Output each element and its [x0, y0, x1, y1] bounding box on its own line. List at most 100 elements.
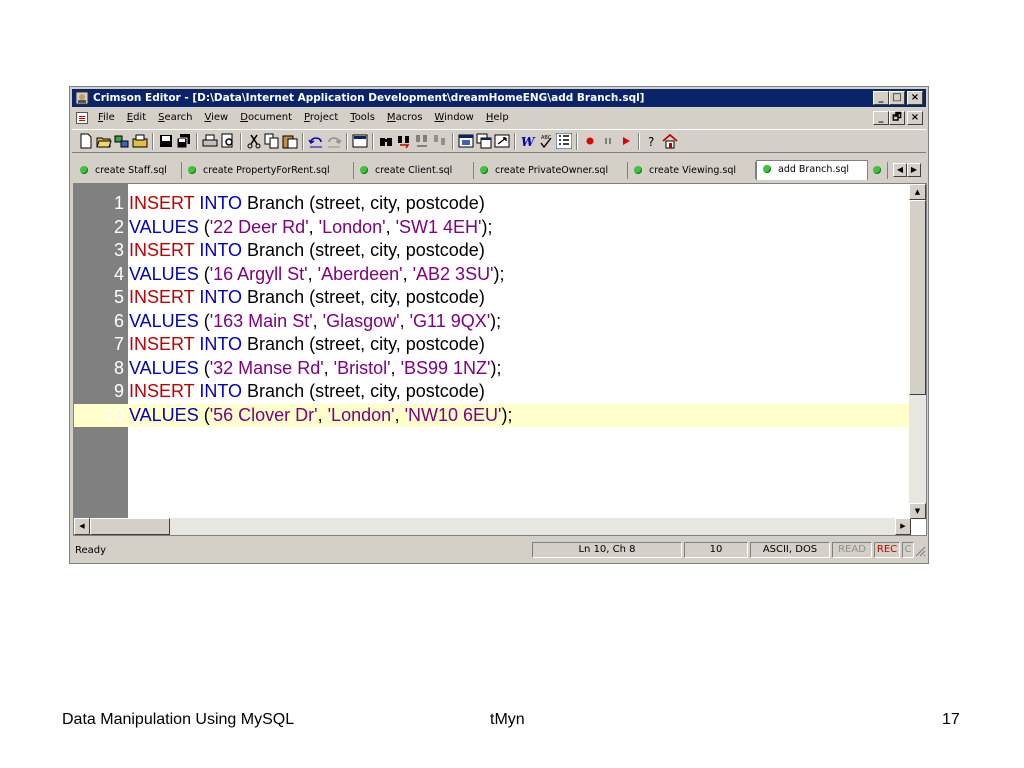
print-icon[interactable] — [202, 133, 218, 149]
menu-window[interactable]: Window — [428, 109, 479, 127]
file-status-icon — [763, 165, 771, 173]
document-icon[interactable] — [76, 112, 88, 124]
menu-help[interactable]: Help — [480, 109, 515, 127]
paste-icon[interactable] — [282, 133, 298, 149]
keyword: VALUES — [129, 216, 199, 237]
line-number: 2 — [113, 216, 124, 237]
tab-create-privateowner[interactable]: create PrivateOwner.sql — [474, 162, 628, 179]
menu-macros[interactable]: Macros — [381, 109, 429, 127]
code-line[interactable]: 4 VALUES ('16 Argyll St', 'Aberdeen', 'AB… — [74, 263, 910, 287]
tab-scroll-right-button[interactable]: ▶ — [907, 163, 921, 177]
title-bar[interactable]: Crimson Editor - [D:\Data\Internet Appli… — [72, 89, 926, 107]
line-numbers-icon[interactable] — [556, 133, 572, 149]
scroll-down-button[interactable]: ▼ — [909, 503, 926, 519]
tab-add-branch[interactable]: add Branch.sql — [756, 160, 868, 180]
save-all-icon[interactable] — [176, 133, 192, 149]
menu-file[interactable]: File — [92, 109, 121, 127]
string-literal: '56 Clover Dr' — [209, 404, 318, 425]
tab-create-propertyforrent[interactable]: create PropertyForRent.sql — [182, 162, 354, 179]
play-macro-icon[interactable] — [618, 133, 634, 149]
vertical-scrollbar[interactable]: ▲ ▼ — [909, 184, 926, 519]
menu-project[interactable]: Project — [298, 109, 344, 127]
open-remote-icon[interactable] — [114, 133, 130, 149]
window-cascade-icon[interactable] — [476, 133, 492, 149]
code-token: Branch (street, city, postcode) — [242, 287, 485, 307]
help-icon[interactable]: ? — [644, 133, 660, 149]
string-literal: 'Bristol' — [333, 357, 391, 378]
home-icon[interactable] — [662, 133, 678, 149]
line-number: 8 — [113, 357, 124, 378]
minimize-button[interactable]: _ — [873, 91, 889, 105]
word-wrap-icon[interactable]: W — [520, 133, 536, 149]
fullscreen-icon[interactable] — [494, 133, 510, 149]
open-file-icon[interactable] — [96, 133, 112, 149]
keyword: INSERT — [129, 381, 195, 401]
replace-icon[interactable] — [414, 133, 430, 149]
string-literal: '163 Main St' — [209, 310, 313, 331]
close-button[interactable]: × — [907, 91, 923, 105]
footer-author: tMyn — [490, 711, 525, 728]
window-icon[interactable] — [458, 133, 474, 149]
code-token: ); — [481, 216, 493, 237]
code-line[interactable]: 2 VALUES ('22 Deer Rd', 'London', 'SW1 4E… — [74, 216, 910, 240]
string-literal: 'SW1 4EH' — [395, 216, 482, 237]
file-status-icon — [360, 166, 368, 174]
scroll-right-button[interactable]: ▶ — [895, 518, 911, 535]
code-line[interactable]: 9 INSERT INTO Branch (street, city, postc… — [74, 380, 910, 404]
pause-macro-icon[interactable] — [600, 133, 616, 149]
scroll-up-button[interactable]: ▲ — [909, 184, 926, 200]
code-line[interactable]: 1 INSERT INTO Branch (street, city, postc… — [74, 192, 910, 216]
record-macro-icon[interactable] — [582, 133, 598, 149]
menu-tools[interactable]: Tools — [344, 109, 381, 127]
tab-overflow[interactable] — [868, 162, 888, 179]
horizontal-scrollbar[interactable]: ◀ ▶ — [74, 518, 911, 535]
new-file-icon[interactable] — [78, 133, 94, 149]
tab-create-client[interactable]: create Client.sql — [354, 162, 474, 179]
undo-icon[interactable] — [308, 133, 324, 149]
status-cursor-position: Ln 10, Ch 8 — [532, 542, 682, 558]
menu-bar: File Edit Search View Document Project Tools Ma… — [72, 109, 926, 127]
spell-check-icon[interactable]: ABC — [538, 133, 554, 149]
tab-create-viewing[interactable]: create Viewing.sql — [628, 162, 756, 179]
crimson-editor-app-icon — [75, 91, 89, 105]
code-token: ( — [198, 263, 210, 284]
vertical-scroll-thumb[interactable] — [909, 200, 926, 395]
print-preview-icon[interactable] — [220, 133, 236, 149]
code-line[interactable]: 8 VALUES ('32 Manse Rd', 'Bristol', 'BS99… — [74, 357, 910, 381]
mdi-close-button[interactable]: × — [907, 111, 923, 125]
mdi-minimize-button[interactable]: _ — [873, 111, 889, 125]
redo-icon[interactable] — [326, 133, 342, 149]
code-text: INSERT INTO Branch (street, city, postco… — [129, 380, 485, 404]
tab-scroll-left-button[interactable]: ◀ — [893, 163, 907, 177]
keyword: INSERT — [129, 334, 195, 354]
string-literal: 'London' — [318, 216, 386, 237]
line-number: 10 — [103, 404, 124, 425]
project-icon[interactable] — [132, 133, 148, 149]
menu-document[interactable]: Document — [234, 109, 298, 127]
mdi-restore-button[interactable]: 🗗 — [889, 111, 905, 125]
goto-icon[interactable] — [432, 133, 448, 149]
resize-grip-icon[interactable] — [914, 545, 926, 557]
code-line[interactable]: 7 INSERT INTO Branch (street, city, postc… — [74, 333, 910, 357]
find-next-icon[interactable] — [396, 133, 412, 149]
copy-icon[interactable] — [264, 133, 280, 149]
find-icon[interactable] — [378, 133, 394, 149]
code-text: INSERT INTO Branch (street, city, postco… — [129, 333, 485, 357]
code-editor[interactable]: 1 INSERT INTO Branch (street, city, postc… — [73, 183, 927, 536]
cut-icon[interactable] — [246, 133, 262, 149]
menu-edit[interactable]: Edit — [121, 109, 152, 127]
tab-create-staff[interactable]: create Staff.sql — [74, 162, 182, 179]
menu-search[interactable]: Search — [152, 109, 198, 127]
code-line[interactable]: 3 INSERT INTO Branch (street, city, postc… — [74, 239, 910, 263]
code-token: , — [312, 310, 323, 331]
code-line[interactable]: 10 VALUES ('56 Clover Dr', 'London', 'NW1… — [74, 403, 910, 427]
maximize-button[interactable]: □ — [889, 91, 905, 105]
scroll-left-button[interactable]: ◀ — [74, 518, 90, 535]
horizontal-scroll-thumb[interactable] — [90, 518, 170, 535]
code-line[interactable]: 5 INSERT INTO Branch (street, city, postc… — [74, 286, 910, 310]
menu-view[interactable]: View — [199, 109, 235, 127]
column-mode-icon[interactable] — [352, 133, 368, 149]
string-literal: '16 Argyll St' — [209, 263, 308, 284]
save-icon[interactable] — [158, 133, 174, 149]
code-line[interactable]: 6 VALUES ('163 Main St', 'Glasgow', 'G11 … — [74, 310, 910, 334]
